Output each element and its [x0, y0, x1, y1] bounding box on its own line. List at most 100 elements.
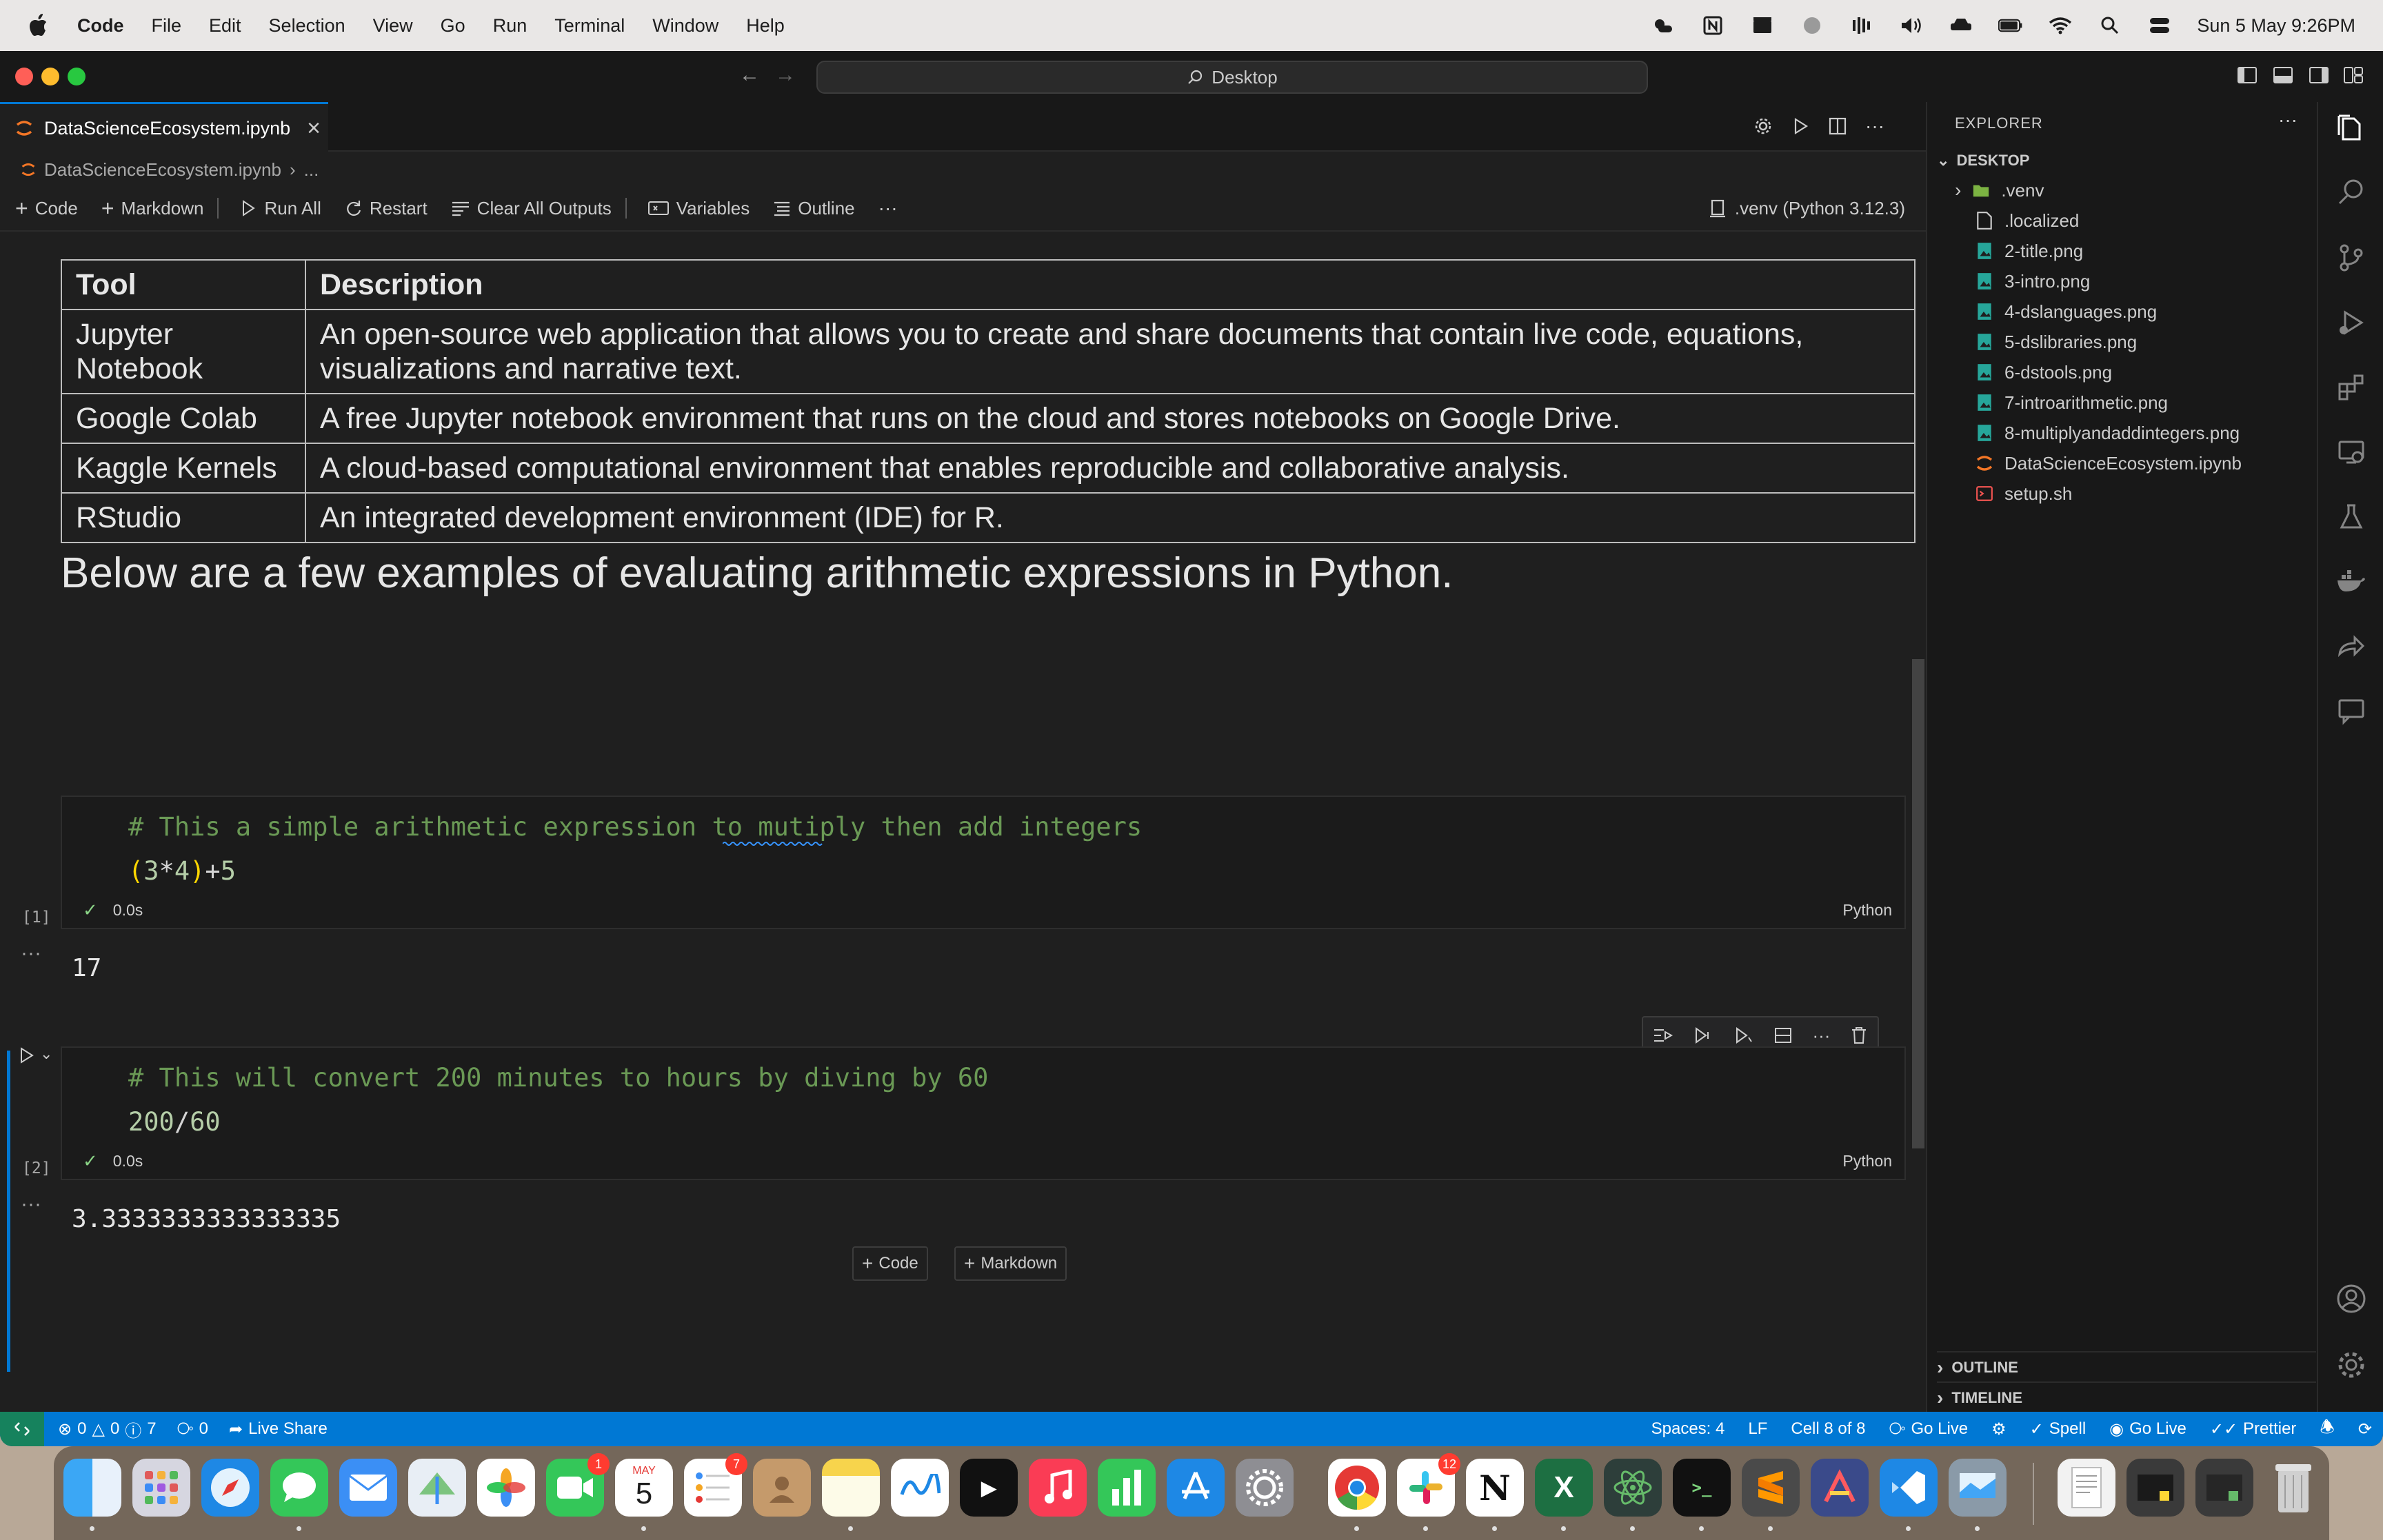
toolbar-more-icon[interactable]: ··· [878, 197, 898, 219]
close-window-button[interactable] [15, 68, 33, 85]
toggle-panel-icon[interactable] [2273, 66, 2293, 84]
cell-2-code[interactable]: # This will convert 200 minutes to hours… [128, 1056, 988, 1144]
spell-status[interactable]: ✓ Spell [2030, 1419, 2086, 1439]
photos-icon[interactable] [477, 1459, 535, 1517]
source-control-icon[interactable] [2335, 241, 2368, 274]
car-icon[interactable] [1949, 16, 1973, 35]
live-share-icon[interactable] [2335, 630, 2368, 663]
app-store-icon[interactable] [1167, 1459, 1225, 1517]
trash-icon[interactable] [1850, 1026, 1868, 1045]
downloads-stack-icon[interactable] [2058, 1459, 2115, 1517]
add-code-button[interactable]: + Code [15, 196, 78, 221]
menu-app-name[interactable]: Code [77, 15, 124, 37]
maps-icon[interactable] [408, 1459, 466, 1517]
add-markdown-button[interactable]: + Markdown [101, 196, 204, 221]
menu-help[interactable]: Help [746, 15, 785, 37]
zoom-window-button[interactable] [68, 68, 86, 85]
globe-icon[interactable] [1800, 16, 1824, 35]
terminal-icon[interactable]: >_ [1673, 1459, 1731, 1517]
indentation-status[interactable]: Spaces: 4 [1651, 1419, 1725, 1439]
safari-icon[interactable] [201, 1459, 259, 1517]
system-settings-icon[interactable] [1236, 1459, 1294, 1517]
go-live-status-1[interactable]: ⧂ Go Live [1889, 1419, 1968, 1439]
freeform-icon[interactable] [891, 1459, 949, 1517]
tree-item-file[interactable]: 4-dslanguages.png [1975, 296, 2306, 327]
contacts-icon[interactable] [753, 1459, 811, 1517]
breadcrumb-more[interactable]: ... [304, 159, 319, 181]
chrome-icon[interactable] [1328, 1459, 1386, 1517]
comments-icon[interactable] [2335, 695, 2368, 728]
menu-run[interactable]: Run [493, 15, 527, 37]
menu-selection[interactable]: Selection [269, 15, 345, 37]
cell-1-output-menu-icon[interactable]: ··· [21, 942, 41, 965]
tree-item-file[interactable]: 2-title.png [1975, 236, 2306, 266]
clapper-icon[interactable] [1750, 16, 1775, 35]
notion-icon[interactable]: N [1466, 1459, 1524, 1517]
audio-wave-icon[interactable] [1849, 16, 1874, 35]
script-editor-icon[interactable] [1811, 1459, 1869, 1517]
menubar-clock[interactable]: Sun 5 May 9:26PM [2197, 15, 2355, 37]
numbers-icon[interactable] [1098, 1459, 1156, 1517]
extensions-icon[interactable] [2335, 371, 2368, 404]
notion-menubar-icon[interactable] [1700, 16, 1725, 35]
execute-cell-icon[interactable] [18, 1046, 36, 1064]
mail-icon[interactable] [339, 1459, 397, 1517]
toggle-secondary-sidebar-icon[interactable] [2309, 66, 2329, 84]
atom-icon[interactable] [1604, 1459, 1662, 1517]
tab-notebook[interactable]: DataScienceEcosystem.ipynb × [0, 102, 328, 152]
restart-button[interactable]: Restart [345, 198, 428, 219]
run-debug-icon[interactable] [2335, 306, 2368, 339]
remote-indicator[interactable] [0, 1412, 44, 1446]
cell-2-output-menu-icon[interactable]: ··· [21, 1193, 41, 1216]
vscode-icon[interactable] [1880, 1459, 1938, 1517]
forward-arrow-icon[interactable]: → [775, 63, 796, 87]
code-cell-2[interactable]: # This will convert 200 minutes to hours… [61, 1046, 1906, 1144]
prettier-status[interactable]: ✓✓ Prettier [2210, 1419, 2297, 1439]
music-icon[interactable] [1029, 1459, 1087, 1517]
tree-item-file[interactable]: setup.sh [1975, 478, 2306, 509]
weather-icon[interactable] [1651, 16, 1676, 35]
menu-edit[interactable]: Edit [209, 15, 241, 37]
more-actions-icon[interactable]: ··· [1865, 115, 1884, 137]
execute-above-icon[interactable] [1693, 1026, 1713, 1044]
tree-item-file[interactable]: .localized [1975, 205, 2306, 236]
apple-icon[interactable] [28, 14, 48, 37]
documents-stack-icon[interactable] [2195, 1459, 2253, 1517]
kernel-picker[interactable]: .venv (Python 3.12.3) [1709, 186, 1905, 230]
account-icon[interactable] [2335, 1282, 2368, 1315]
outline-section-header[interactable]: › OUTLINE [1937, 1351, 2316, 1383]
problems-indicator[interactable]: ⊗ 0 △ 0 ⓘ 7 [58, 1417, 157, 1441]
manage-gear-icon[interactable] [2335, 1348, 2368, 1381]
menu-go[interactable]: Go [441, 15, 465, 37]
command-center[interactable]: Desktop [816, 61, 1648, 94]
run-icon[interactable] [1791, 116, 1810, 136]
wifi-icon[interactable] [2048, 16, 2073, 35]
tree-item-file[interactable]: 6-dstools.png [1975, 357, 2306, 387]
messages-icon[interactable] [270, 1459, 328, 1517]
apple-tv-icon[interactable]: ▶ [960, 1459, 1018, 1517]
run-by-line-icon[interactable] [1653, 1026, 1673, 1044]
customize-layout-icon[interactable] [2343, 66, 2364, 84]
eol-status[interactable]: LF [1748, 1419, 1767, 1439]
menu-file[interactable]: File [152, 15, 182, 37]
go-live-status-2[interactable]: ◉ Go Live [2109, 1419, 2186, 1439]
clear-all-outputs-button[interactable]: Clear All Outputs [451, 198, 612, 219]
editor-scrollbar[interactable] [1912, 659, 1924, 1148]
execute-below-icon[interactable] [1733, 1026, 1754, 1044]
preview-icon[interactable] [1949, 1459, 2007, 1517]
cell-position-status[interactable]: Cell 8 of 8 [1791, 1419, 1865, 1439]
run-all-button[interactable]: Run All [239, 198, 321, 219]
breadcrumb-file[interactable]: DataScienceEcosystem.ipynb [44, 159, 281, 181]
chevron-down-icon[interactable]: ⌄ [40, 1045, 52, 1063]
testing-icon[interactable] [2335, 500, 2368, 534]
split-editor-icon[interactable] [1828, 116, 1847, 136]
folder-header-desktop[interactable]: ⌄ DESKTOP [1937, 152, 2029, 170]
live-share-status[interactable]: ➦ Live Share [229, 1419, 328, 1439]
menu-terminal[interactable]: Terminal [554, 15, 625, 37]
ports-indicator[interactable]: ⧂ 0 [177, 1419, 208, 1439]
variables-button[interactable]: Variables [647, 198, 750, 219]
back-arrow-icon[interactable]: ← [739, 63, 760, 87]
tree-item-venv[interactable]: › .venv [1955, 175, 2286, 205]
folder-stack-icon[interactable] [2126, 1459, 2184, 1517]
cell-2-language[interactable]: Python [1842, 1152, 1892, 1171]
